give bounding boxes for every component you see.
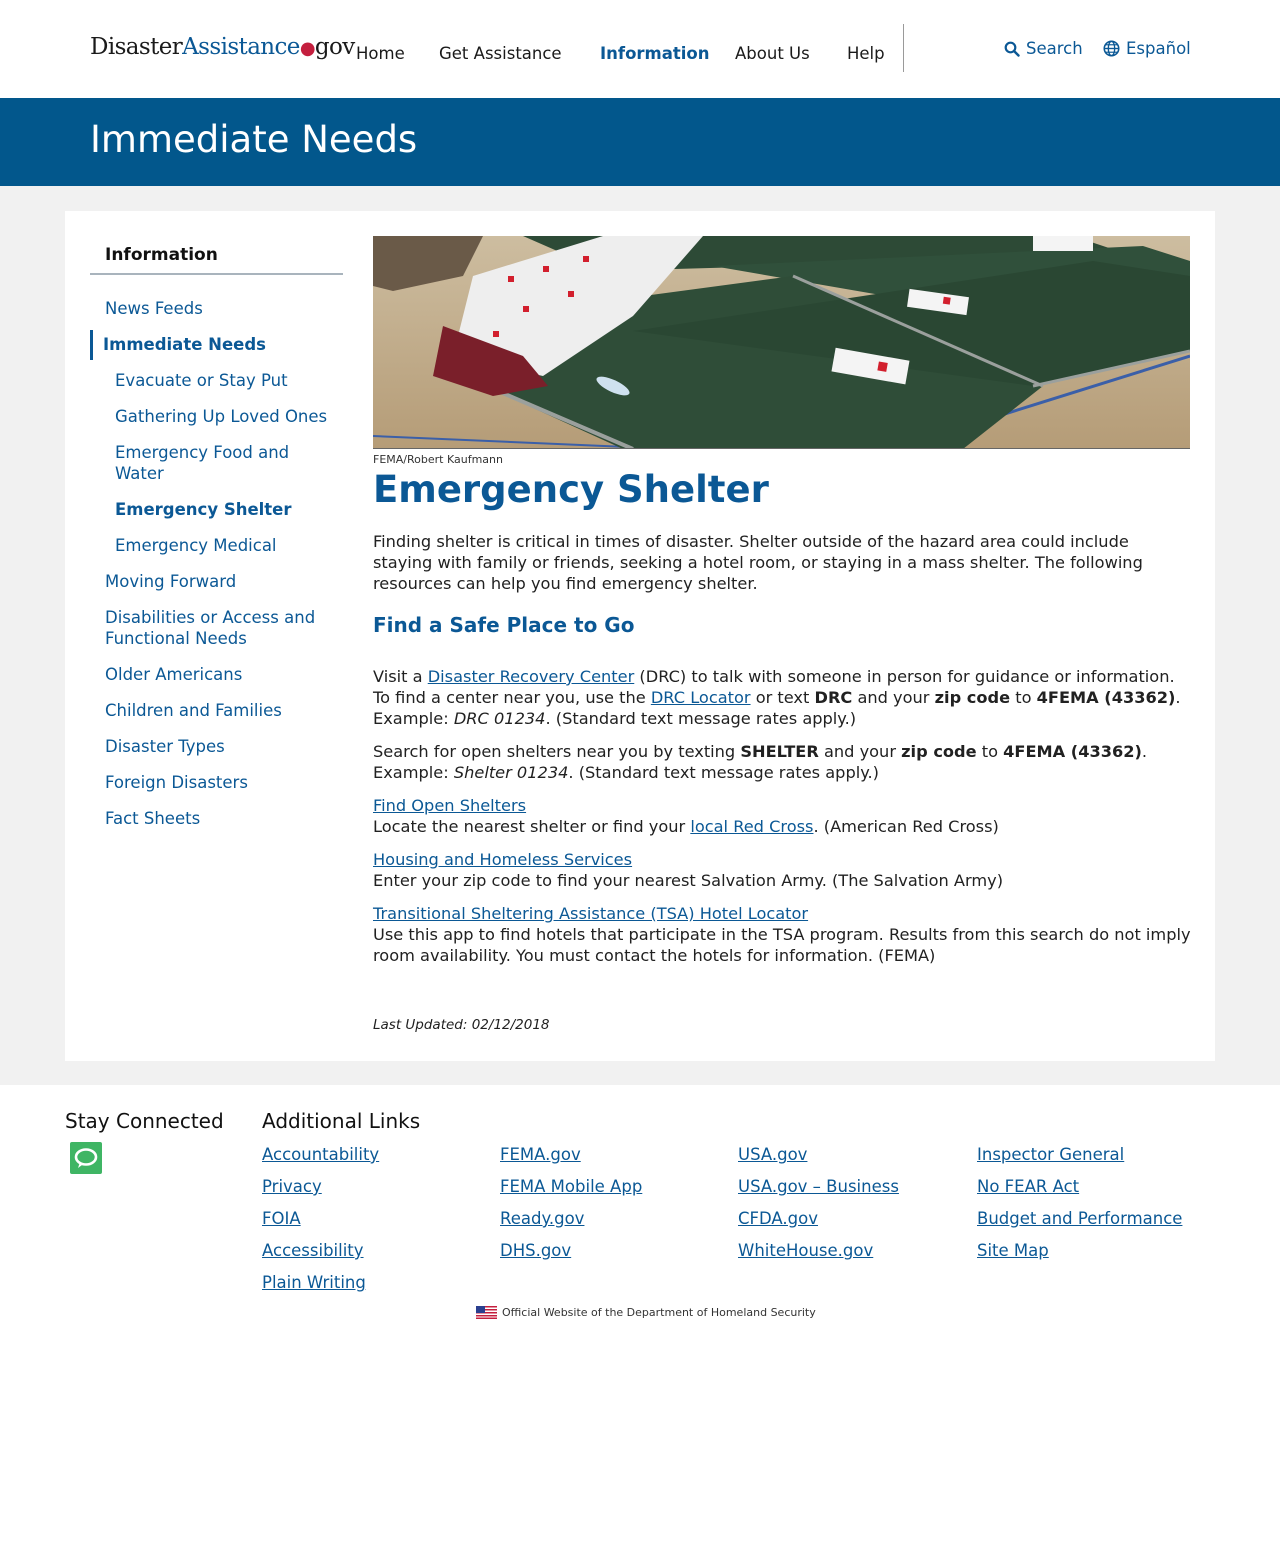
logo-dot-icon: ● [299,38,316,59]
search-link[interactable]: Search [1004,39,1083,58]
nav-about-us[interactable]: About Us [735,44,810,63]
footer-link-foia[interactable]: FOIA [262,1209,301,1228]
sidebar-item-disaster-types[interactable]: Disaster Types [105,736,335,757]
footer-link-ready-gov[interactable]: Ready.gov [500,1209,584,1228]
section-title: Find a Safe Place to Go [373,613,635,637]
footer-link-fema-gov[interactable]: FEMA.gov [500,1145,581,1164]
link-find-open-shelters[interactable]: Find Open Shelters [373,796,526,815]
image-divider [373,448,1190,449]
sidebar-item-fact-sheets[interactable]: Fact Sheets [105,808,335,829]
link-local-red-cross[interactable]: local Red Cross [690,817,813,836]
sidebar-item-emergency-medical[interactable]: Emergency Medical [115,535,345,556]
resource-housing-homeless: Housing and Homeless Services Enter your… [373,850,1004,890]
sidebar-active-indicator [90,330,93,360]
link-disaster-recovery-center[interactable]: Disaster Recovery Center [428,667,635,686]
sidebar-item-news-feeds[interactable]: News Feeds [105,298,335,319]
footer-link-no-fear-act[interactable]: No FEAR Act [977,1177,1079,1196]
footer-link-privacy[interactable]: Privacy [262,1177,322,1196]
footer-link-inspector-general[interactable]: Inspector General [977,1145,1124,1164]
sidebar-item-children-families[interactable]: Children and Families [105,700,335,721]
nav-information[interactable]: Information [600,44,710,63]
page-title: Immediate Needs [90,118,418,161]
us-flag-icon [476,1306,497,1319]
chat-bubble-icon[interactable] [70,1142,102,1174]
resource-tsa-hotel-locator: Transitional Sheltering Assistance (TSA)… [373,904,1191,965]
footer-link-usa-gov[interactable]: USA.gov [738,1145,807,1164]
sidebar-item-immediate-needs[interactable]: Immediate Needs [103,334,333,355]
sidebar-item-food-water[interactable]: Emergency Food and Water [115,442,315,484]
language-toggle[interactable]: Español [1103,39,1191,58]
sidebar-title: Information [105,245,218,265]
link-drc-locator[interactable]: DRC Locator [651,688,751,707]
nav-divider [903,24,904,72]
page-banner: Immediate Needs [0,98,1280,186]
last-updated: Last Updated: 02/12/2018 [373,1017,550,1033]
footer-link-whitehouse-gov[interactable]: WhiteHouse.gov [738,1241,873,1260]
sidebar-item-emergency-shelter[interactable]: Emergency Shelter [115,499,345,520]
intro-paragraph: Finding shelter is critical in times of … [373,532,1143,593]
shelter-text-paragraph: Search for open shelters near you by tex… [373,742,1148,782]
nav-help[interactable]: Help [847,44,885,63]
nav-get-assistance[interactable]: Get Assistance [439,44,562,63]
site-logo[interactable]: DisasterAssistance●gov [90,34,355,60]
nav-home[interactable]: Home [356,44,405,63]
stay-connected-heading: Stay Connected [65,1109,224,1133]
sidebar-item-gathering-loved-ones[interactable]: Gathering Up Loved Ones [115,406,345,427]
globe-icon [1103,40,1120,57]
footer-link-dhs-gov[interactable]: DHS.gov [500,1241,571,1260]
footer-link-cfda-gov[interactable]: CFDA.gov [738,1209,818,1228]
image-caption: FEMA/Robert Kaufmann [373,453,503,466]
footer-link-accessibility[interactable]: Accessibility [262,1241,364,1260]
footer-link-budget-performance[interactable]: Budget and Performance [977,1209,1182,1228]
drc-paragraph: Visit a Disaster Recovery Center (DRC) t… [373,667,1181,728]
additional-links-heading: Additional Links [262,1109,421,1133]
link-housing-homeless-services[interactable]: Housing and Homeless Services [373,850,632,869]
resource-find-open-shelters: Find Open Shelters Locate the nearest sh… [373,796,999,836]
sidebar-item-moving-forward[interactable]: Moving Forward [105,571,335,592]
sidebar-item-foreign-disasters[interactable]: Foreign Disasters [105,772,335,793]
link-tsa-hotel-locator[interactable]: Transitional Sheltering Assistance (TSA)… [373,904,808,923]
sidebar-item-disabilities[interactable]: Disabilities or Access and Functional Ne… [105,607,330,649]
hero-image-shelter-cots [373,236,1190,449]
footer-link-usa-gov-business[interactable]: USA.gov – Business [738,1177,899,1196]
official-website-notice: Official Website of the Department of Ho… [476,1306,816,1319]
search-icon [1004,41,1020,57]
footer-link-plain-writing[interactable]: Plain Writing [262,1273,366,1292]
footer-link-accountability[interactable]: Accountability [262,1145,379,1164]
site-header: DisasterAssistance●gov Home Get Assistan… [0,0,1280,98]
sidebar-item-evacuate[interactable]: Evacuate or Stay Put [115,370,345,391]
footer-link-fema-mobile-app[interactable]: FEMA Mobile App [500,1177,642,1196]
sidebar-item-older-americans[interactable]: Older Americans [105,664,335,685]
footer-link-site-map[interactable]: Site Map [977,1241,1049,1260]
sidebar-divider [90,273,343,275]
content-title: Emergency Shelter [373,468,769,511]
